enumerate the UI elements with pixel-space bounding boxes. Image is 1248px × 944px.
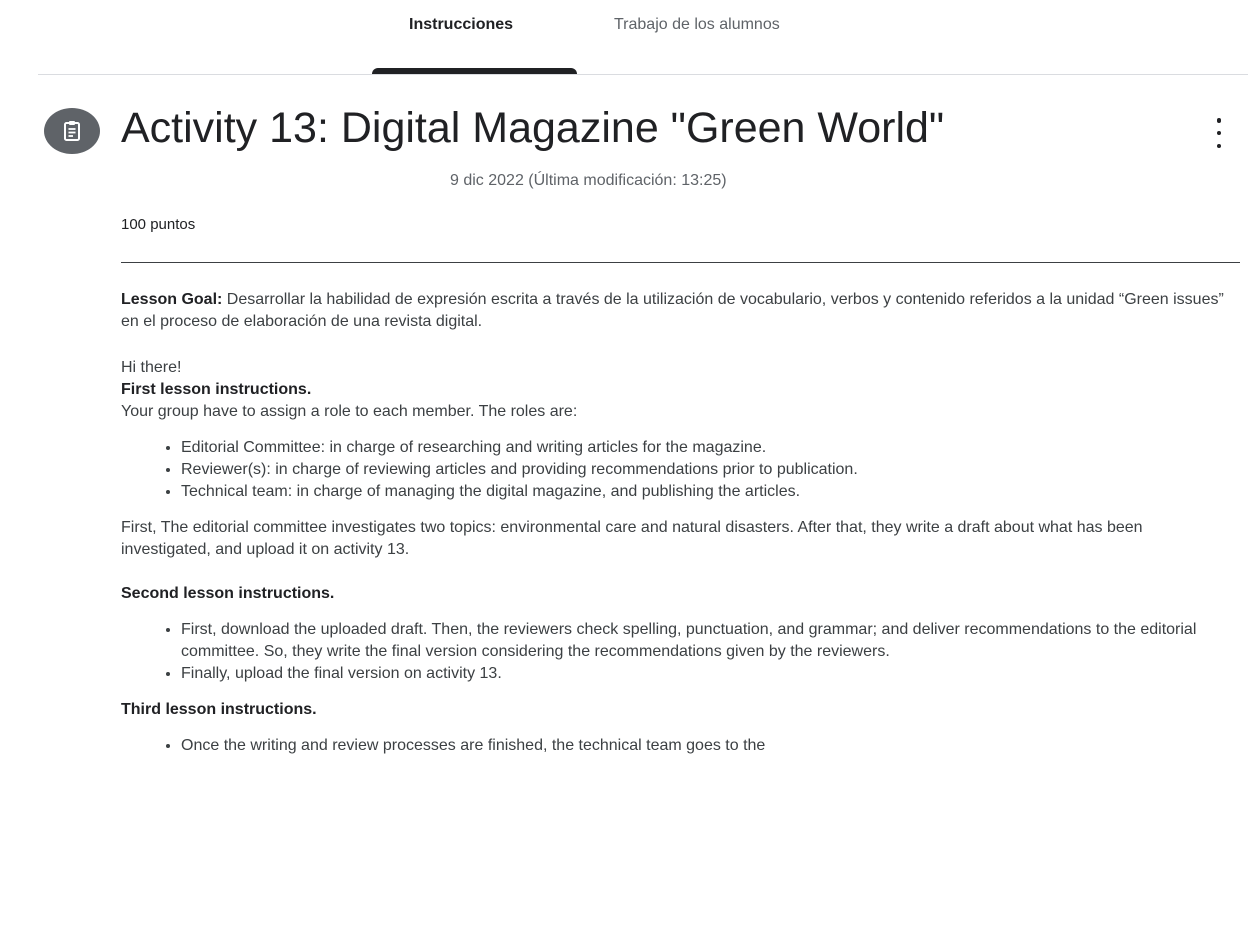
greeting: Hi there! (121, 359, 182, 376)
instructions-body: Lesson Goal: Desarrollar la habilidad de… (121, 289, 1233, 771)
first-lesson-heading: First lesson instructions. (121, 381, 312, 398)
roles-list: Editorial Committee: in charge of resear… (121, 437, 1233, 503)
second-lesson-list: First, download the uploaded draft. Then… (121, 619, 1233, 685)
third-lesson-list: Once the writing and review processes ar… (121, 735, 1233, 757)
tab-student-work[interactable]: Trabajo de los alumnos (614, 16, 780, 34)
lesson-goal-label: Lesson Goal: (121, 291, 223, 308)
list-item: Technical team: in charge of managing th… (181, 481, 1233, 503)
more-options-icon[interactable] (1209, 118, 1229, 148)
third-lesson-heading: Third lesson instructions. (121, 701, 317, 718)
list-item: Reviewer(s): in charge of reviewing arti… (181, 459, 1233, 481)
due-date: 9 dic 2022 (Última modificación: 13:25) (450, 172, 727, 189)
first-lesson-intro: Your group have to assign a role to each… (121, 403, 578, 420)
assignment-icon (44, 108, 100, 154)
page-title: Activity 13: Digital Magazine "Green Wor… (121, 104, 945, 152)
first-lesson-paragraph: First, The editorial committee investiga… (121, 519, 1143, 558)
clipboard-icon (64, 121, 80, 141)
tab-instructions[interactable]: Instrucciones (409, 16, 513, 34)
lesson-goal-text: Desarrollar la habilidad de expresión es… (121, 291, 1224, 330)
list-item: Once the writing and review processes ar… (181, 735, 1233, 757)
tab-bar: Instrucciones Trabajo de los alumnos (0, 0, 1248, 76)
lesson-goal: Lesson Goal: Desarrollar la habilidad de… (121, 289, 1233, 333)
content-divider (121, 262, 1240, 263)
second-lesson-heading: Second lesson instructions. (121, 585, 335, 602)
points-label: 100 puntos (121, 216, 196, 233)
list-item: Editorial Committee: in charge of resear… (181, 437, 1233, 459)
tab-divider (38, 74, 1248, 75)
list-item: Finally, upload the final version on act… (181, 663, 1233, 685)
list-item: First, download the uploaded draft. Then… (181, 619, 1233, 663)
